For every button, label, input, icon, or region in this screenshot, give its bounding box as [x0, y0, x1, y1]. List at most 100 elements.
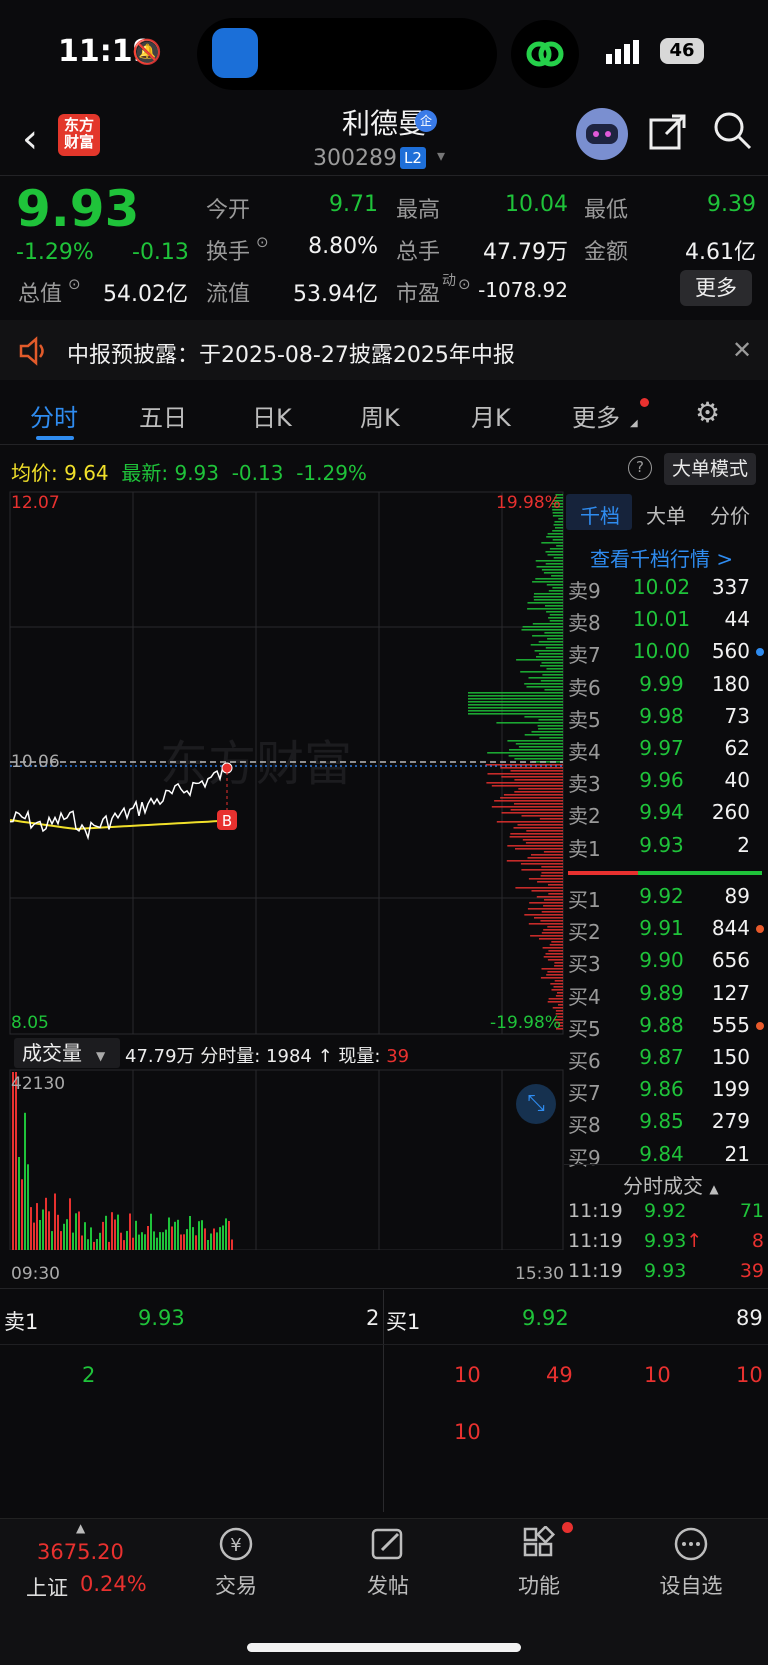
index-pct[interactable]: 0.24% — [80, 1572, 147, 1596]
tab-more[interactable]: 更多 — [572, 398, 620, 433]
function-grid-icon[interactable] — [494, 1524, 584, 1570]
chevron-down-icon[interactable]: ▾ — [437, 146, 445, 165]
depth-bar — [491, 806, 563, 808]
edit-post-icon[interactable] — [343, 1526, 433, 1570]
orderbook-tab-depth[interactable]: 千档 — [580, 500, 620, 529]
trade-price-value: 9.93 — [644, 1230, 687, 1252]
ask-row[interactable]: 卖3 9.96 40 — [566, 768, 766, 800]
depth-bar — [536, 896, 563, 898]
queue-buy-price: 9.92 — [522, 1306, 569, 1330]
depth-bar — [531, 854, 563, 856]
trades-title[interactable]: 分时成交 ▲ — [623, 1170, 719, 1199]
volume-bar — [87, 1239, 89, 1250]
indicator-select[interactable]: 成交量 ▼ — [14, 1038, 120, 1068]
ask-row[interactable]: 卖5 9.98 73 — [566, 704, 766, 736]
tab-functions[interactable]: 功能 — [494, 1570, 584, 1600]
bid-row[interactable]: 买8 9.85 279 — [566, 1109, 766, 1141]
volume-bar — [81, 1235, 83, 1250]
depth-bar — [547, 638, 563, 640]
bid-row[interactable]: 买7 9.86 199 — [566, 1077, 766, 1109]
ask-row[interactable]: 卖6 9.99 180 — [566, 672, 766, 704]
depth-bar — [468, 701, 563, 703]
volume-bar — [150, 1213, 152, 1250]
depth-bar — [527, 608, 563, 610]
bid-row[interactable]: 买6 9.87 150 — [566, 1045, 766, 1077]
level-volume: 656 — [711, 948, 750, 973]
depth-bar — [531, 761, 563, 763]
index-name[interactable]: 上证 — [26, 1572, 68, 1602]
orderbook-tab-big-orders[interactable]: 大单 — [646, 500, 686, 529]
depth-bar — [527, 908, 563, 910]
gear-icon[interactable]: ⚙ — [695, 396, 720, 429]
chevron-up-icon[interactable]: ▲ — [76, 1521, 85, 1535]
queue-sell-volume: 2 — [366, 1306, 380, 1330]
chart-watermark: 东方财富 — [160, 736, 352, 792]
volume-bar — [138, 1234, 140, 1250]
tab-post[interactable]: 发帖 — [343, 1570, 433, 1600]
volume-bar — [180, 1234, 182, 1250]
more-button[interactable]: 更多 — [680, 270, 752, 306]
bid-row[interactable]: 买3 9.90 656 — [566, 948, 766, 980]
bid-row[interactable]: 买1 9.92 89 — [566, 884, 766, 916]
orderbook-tab-price-dist[interactable]: 分价 — [710, 500, 750, 529]
bid-row[interactable]: 买5 9.88 555 — [566, 1013, 766, 1045]
info-icon[interactable]: ⊙ — [256, 233, 269, 251]
notification-dot — [562, 1522, 573, 1533]
bid-row[interactable]: 买4 9.89 127 — [566, 981, 766, 1013]
info-icon[interactable]: ⊙ — [68, 275, 81, 293]
depth-bar — [491, 785, 563, 787]
more-dots-icon[interactable] — [646, 1526, 736, 1570]
tab-daily-k[interactable]: 日K — [252, 398, 292, 433]
link-activity-icon[interactable] — [511, 20, 579, 88]
tab-monthly-k[interactable]: 月K — [471, 398, 511, 433]
expand-icon[interactable]: ⤡ — [516, 1084, 556, 1124]
ask-row[interactable]: 卖7 10.00 560 — [566, 639, 766, 671]
level2-badge[interactable]: L2 — [400, 147, 426, 169]
queue-buy-order: 10 — [644, 1363, 671, 1387]
tab-intraday[interactable]: 分时 — [30, 398, 78, 433]
help-icon[interactable]: ? — [628, 456, 652, 480]
app-activity-icon[interactable] — [212, 28, 258, 78]
depth-bar — [553, 986, 563, 988]
depth-bar — [528, 923, 563, 925]
view-depth-link[interactable]: 查看千档行情 > — [590, 543, 733, 572]
ask-row[interactable]: 卖4 9.97 62 — [566, 736, 766, 768]
bid-row[interactable]: 买9 9.84 21 — [566, 1142, 766, 1174]
tab-trade[interactable]: 交易 — [191, 1570, 281, 1600]
home-indicator[interactable] — [247, 1643, 521, 1652]
depth-bar — [528, 878, 563, 880]
depth-bar — [496, 821, 563, 823]
ask-row[interactable]: 卖1 9.93 2 — [566, 833, 766, 865]
depth-bar — [538, 653, 563, 655]
notice-text[interactable]: 中报预披露：于2025-08-27披露2025年中报 — [67, 337, 515, 369]
close-icon[interactable]: ✕ — [732, 336, 752, 364]
intraday-chart[interactable]: 东方财富 B — [0, 490, 564, 1250]
depth-bar — [549, 614, 563, 616]
ask-row[interactable]: 卖2 9.94 260 — [566, 800, 766, 832]
info-icon[interactable]: ⊙ — [458, 275, 471, 293]
depth-bar — [554, 980, 563, 982]
depth-bar — [551, 575, 563, 577]
trade-price-value: 9.93 — [644, 1260, 687, 1282]
time-axis-start: 09:30 — [11, 1264, 60, 1284]
yen-exchange-icon[interactable]: ¥ — [191, 1526, 281, 1570]
ask-row[interactable]: 卖9 10.02 337 — [566, 575, 766, 607]
big-order-mode-button[interactable]: 大单模式 — [664, 453, 756, 485]
tab-five-day[interactable]: 五日 — [139, 398, 187, 433]
depth-bar — [507, 740, 563, 742]
assistant-robot-icon[interactable] — [576, 108, 628, 160]
tab-weekly-k[interactable]: 周K — [360, 398, 400, 433]
volume-bar — [219, 1227, 221, 1250]
bid-row[interactable]: 买2 9.91 844 — [566, 916, 766, 948]
ask-row[interactable]: 卖8 10.01 44 — [566, 607, 766, 639]
volume-bar — [99, 1232, 101, 1250]
latest-point-marker — [221, 762, 233, 774]
volume-bar — [129, 1213, 131, 1250]
share-icon[interactable] — [648, 112, 688, 161]
index-value[interactable]: 3675.20 — [37, 1540, 124, 1564]
depth-bar — [530, 644, 563, 646]
search-icon[interactable] — [712, 110, 752, 159]
depth-bar — [529, 902, 563, 904]
level-price: 9.99 — [639, 671, 684, 696]
tab-watchlist[interactable]: 设自选 — [646, 1570, 736, 1600]
